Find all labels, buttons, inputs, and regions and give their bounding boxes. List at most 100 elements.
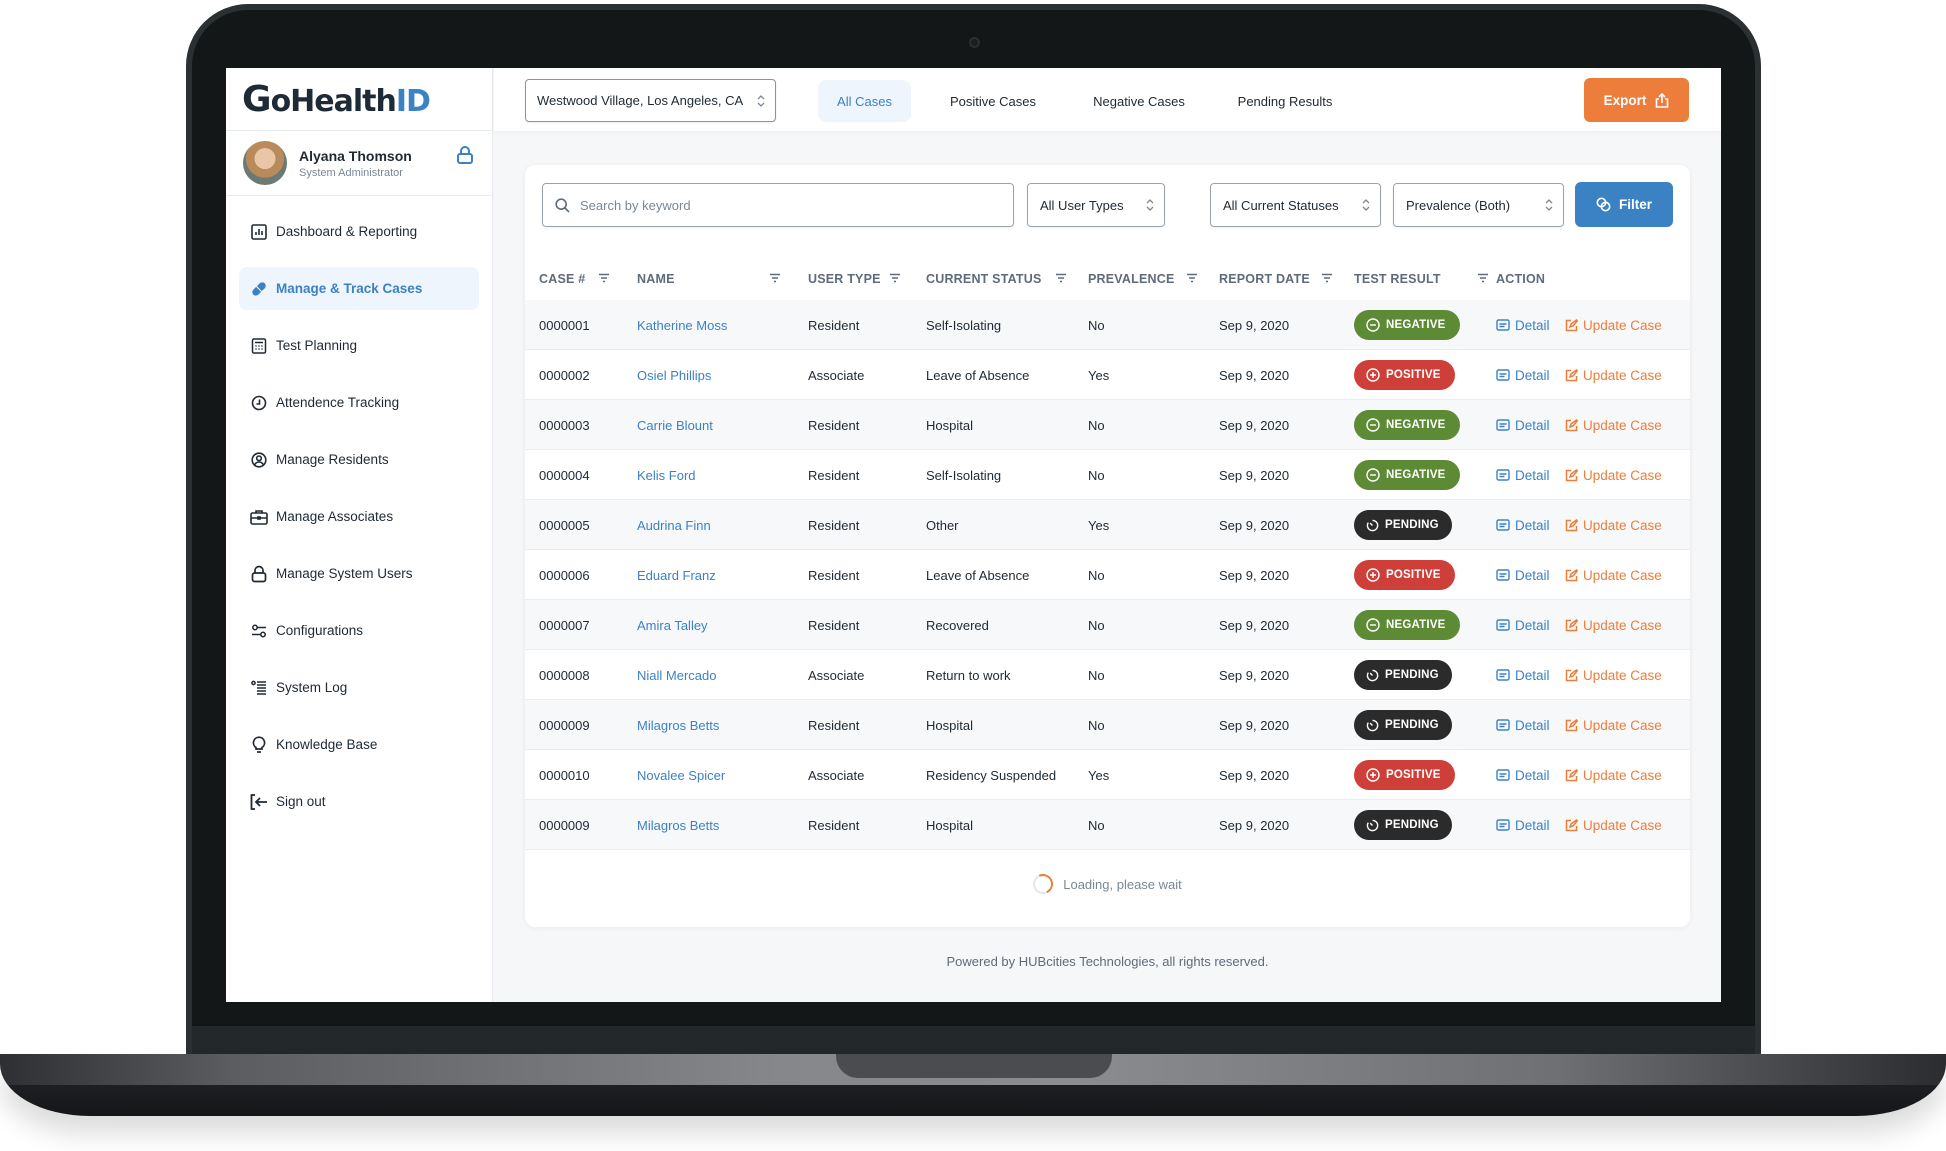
lightbulb-icon (250, 735, 268, 754)
cases-card: All User Types All Current Statuses Prev… (525, 165, 1690, 927)
status-select[interactable]: All Current Statuses (1210, 183, 1381, 227)
cell-name[interactable]: Niall Mercado (637, 650, 716, 700)
edit-icon (1565, 568, 1578, 581)
sidebar-item-dashboard[interactable]: Dashboard & Reporting (239, 210, 479, 253)
tab-pending-results[interactable]: Pending Results (1222, 80, 1348, 122)
detail-link[interactable]: Detail (1496, 368, 1550, 383)
cell-action-detail: Detail (1496, 350, 1550, 400)
detail-link[interactable]: Detail (1496, 668, 1550, 683)
filter-button[interactable]: Filter (1575, 182, 1673, 227)
location-select[interactable]: Westwood Village, Los Angeles, CA (525, 79, 776, 122)
detail-link[interactable]: Detail (1496, 618, 1550, 633)
cell-current-status: Return to work (926, 667, 1011, 683)
briefcase-icon (250, 508, 268, 526)
column-header-prevalence[interactable]: PREVALENCE (1088, 258, 1175, 300)
topbar: Westwood Village, Los Angeles, CA All Ca… (494, 68, 1721, 131)
update-case-link[interactable]: Update Case (1565, 768, 1662, 783)
tab-negative-cases[interactable]: Negative Cases (1076, 80, 1202, 122)
detail-link[interactable]: Detail (1496, 718, 1550, 733)
column-header-current-status[interactable]: CURRENT STATUS (926, 258, 1042, 300)
sort-filter-icon[interactable] (598, 272, 610, 284)
detail-link[interactable]: Detail (1496, 318, 1550, 333)
user-profile[interactable]: Alyana Thomson System Administrator (226, 131, 492, 196)
sidebar-item-associates[interactable]: Manage Associates (239, 495, 479, 538)
sidebar-item-configurations[interactable]: Configurations (239, 609, 479, 652)
search-field[interactable] (542, 183, 1014, 227)
cell-name[interactable]: Katherine Moss (637, 300, 727, 350)
cell-report-date: Sep 9, 2020 (1219, 817, 1290, 833)
update-case-link[interactable]: Update Case (1565, 318, 1662, 333)
search-input[interactable] (578, 196, 998, 214)
detail-label: Detail (1515, 317, 1550, 333)
cell-case: 0000005 (539, 517, 590, 533)
update-case-link[interactable]: Update Case (1565, 418, 1662, 433)
cell-test-result: PENDING (1354, 650, 1452, 700)
cell-name[interactable]: Eduard Franz (637, 550, 716, 600)
detail-link[interactable]: Detail (1496, 568, 1550, 583)
cell-name[interactable]: Amira Talley (637, 600, 708, 650)
cell-test-result: POSITIVE (1354, 550, 1455, 600)
tab-all-cases[interactable]: All Cases (818, 80, 911, 122)
timer-icon (1366, 819, 1379, 831)
detail-link[interactable]: Detail (1496, 818, 1550, 833)
cell-name[interactable]: Milagros Betts (637, 700, 719, 750)
column-header-user-type[interactable]: USER TYPE (808, 258, 881, 300)
cell-test-result: PENDING (1354, 700, 1452, 750)
sidebar-item-system-log[interactable]: System Log (239, 666, 479, 709)
cell-action-update: Update Case (1565, 650, 1662, 700)
column-header-case[interactable]: CASE # (539, 258, 585, 300)
detail-link[interactable]: Detail (1496, 418, 1550, 433)
cell-name[interactable]: Audrina Finn (637, 500, 711, 550)
update-label: Update Case (1583, 617, 1662, 633)
sidebar-item-attendence[interactable]: Attendence Tracking (239, 381, 479, 424)
sort-filter-icon[interactable] (1321, 272, 1333, 284)
column-header-test-result[interactable]: TEST RESULT (1354, 258, 1441, 300)
detail-link[interactable]: Detail (1496, 518, 1550, 533)
sidebar-item-test-planning[interactable]: Test Planning (239, 324, 479, 367)
update-case-link[interactable]: Update Case (1565, 568, 1662, 583)
sort-filter-icon[interactable] (1055, 272, 1067, 284)
cell-name[interactable]: Osiel Phillips (637, 350, 711, 400)
sort-filter-icon[interactable] (769, 272, 781, 284)
update-case-link[interactable]: Update Case (1565, 518, 1662, 533)
table-row: 0000003 Carrie Blount Resident Hospital No Se… (525, 400, 1690, 450)
sort-filter-icon[interactable] (1477, 272, 1489, 284)
cell-action-detail: Detail (1496, 550, 1550, 600)
lock-icon[interactable] (456, 145, 474, 165)
cell-action-detail: Detail (1496, 750, 1550, 800)
detail-link[interactable]: Detail (1496, 768, 1550, 783)
detail-link[interactable]: Detail (1496, 468, 1550, 483)
cell-name[interactable]: Milagros Betts (637, 800, 719, 850)
update-case-link[interactable]: Update Case (1565, 818, 1662, 833)
sidebar-item-sign-out[interactable]: Sign out (239, 780, 479, 823)
update-case-link[interactable]: Update Case (1565, 468, 1662, 483)
table-row: 0000009 Milagros Betts Resident Hospital No S… (525, 700, 1690, 750)
sort-filter-icon[interactable] (889, 272, 901, 284)
sort-filter-icon[interactable] (1186, 272, 1198, 284)
test-result-badge: PENDING (1354, 510, 1452, 540)
column-header-report-date[interactable]: REPORT DATE (1219, 258, 1310, 300)
update-case-link[interactable]: Update Case (1565, 368, 1662, 383)
prevalence-select[interactable]: Prevalence (Both) (1393, 183, 1564, 227)
cell-name[interactable]: Novalee Spicer (637, 750, 725, 800)
cell-name[interactable]: Carrie Blount (637, 400, 713, 450)
edit-icon (1565, 518, 1578, 531)
export-button[interactable]: Export (1584, 78, 1689, 122)
user-type-select[interactable]: All User Types (1027, 183, 1165, 227)
sidebar-item-system-users[interactable]: Manage System Users (239, 552, 479, 595)
update-case-link[interactable]: Update Case (1565, 668, 1662, 683)
update-case-link[interactable]: Update Case (1565, 618, 1662, 633)
update-case-link[interactable]: Update Case (1565, 718, 1662, 733)
cell-name[interactable]: Kelis Ford (637, 450, 696, 500)
app-logo[interactable]: GoHealthID (242, 79, 431, 120)
logo-id: ID (395, 83, 431, 119)
sidebar-item-knowledge-base[interactable]: Knowledge Base (239, 723, 479, 766)
sidebar-item-manage-cases[interactable]: Manage & Track Cases (239, 267, 479, 310)
cell-current-status: Hospital (926, 417, 973, 433)
cell-action-detail: Detail (1496, 800, 1550, 850)
cell-prevalence: No (1088, 617, 1105, 633)
column-header-name[interactable]: NAME (637, 258, 675, 300)
tab-positive-cases[interactable]: Positive Cases (932, 80, 1054, 122)
avatar[interactable] (243, 141, 287, 185)
sidebar-item-residents[interactable]: Manage Residents (239, 438, 479, 481)
